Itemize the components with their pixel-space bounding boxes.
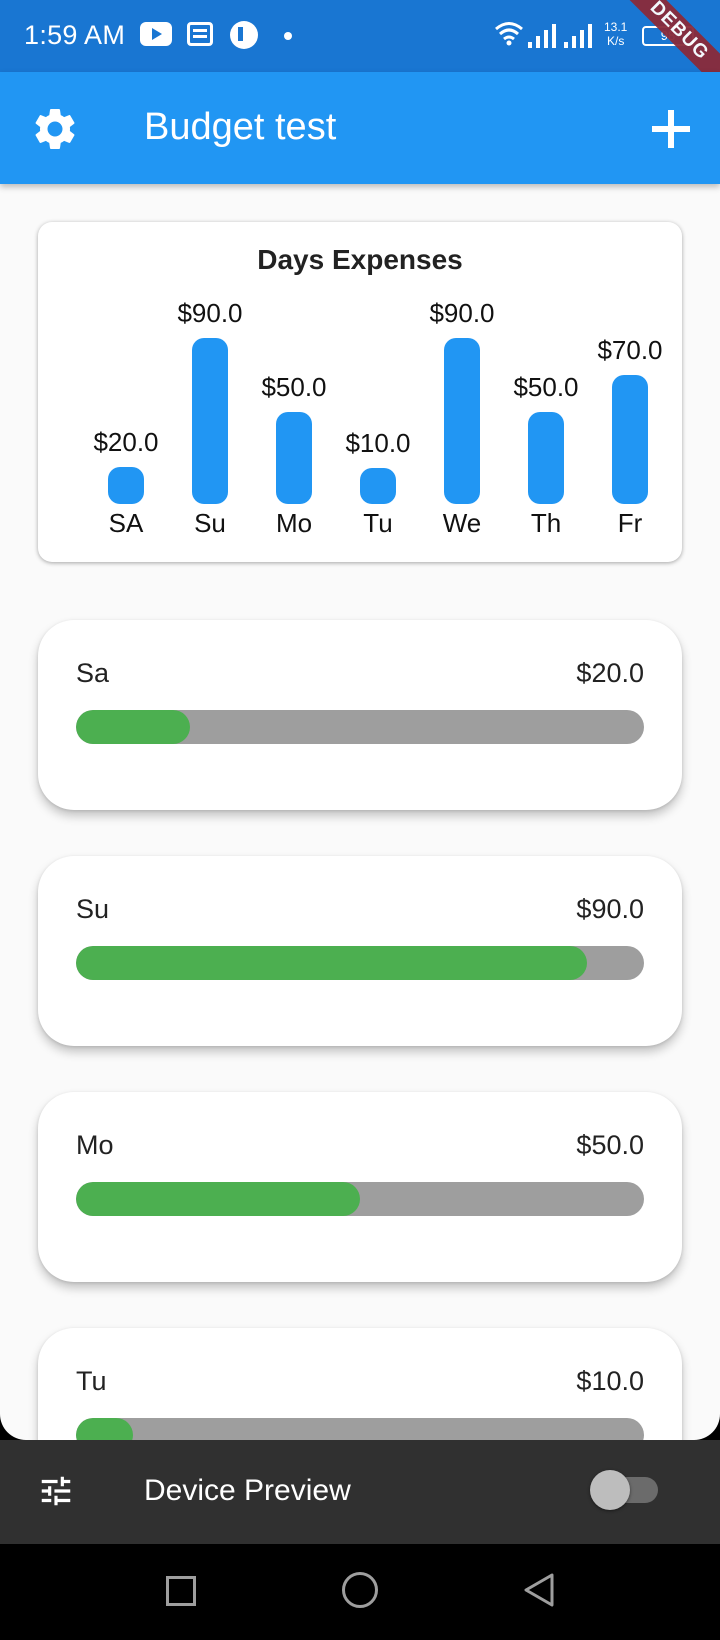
toggle-thumb — [590, 1470, 630, 1510]
bar-category-label: Mo — [275, 508, 313, 538]
plus-icon[interactable] — [648, 106, 694, 152]
app-bar: Budget test — [0, 72, 720, 184]
device-preview-toggle[interactable] — [590, 1470, 662, 1510]
signal-icon-2 — [564, 24, 592, 48]
notification-dot-icon — [284, 32, 292, 40]
expense-progress-bar — [76, 946, 644, 980]
expense-progress-bar — [76, 1182, 644, 1216]
day-name: Su — [76, 894, 110, 924]
bar-category-label: Tu — [363, 508, 393, 538]
status-bar: 1:59 AM 13.1 K/s 98 DEBUG — [0, 0, 720, 94]
bar-value-label: $90.0 — [177, 298, 243, 328]
day-name: Sa — [76, 658, 110, 688]
day-amount: $90.0 — [576, 894, 644, 924]
day-name: Tu — [76, 1366, 107, 1396]
bar — [192, 338, 228, 504]
day-amount: $50.0 — [576, 1130, 644, 1160]
day-expense-card[interactable]: Su $90.0 — [38, 856, 682, 1046]
progress-fill — [76, 710, 190, 744]
day-name: Mo — [76, 1130, 114, 1160]
bar-category-label: SA — [108, 508, 144, 538]
speed-unit: K/s — [607, 34, 625, 48]
day-expense-card[interactable]: Mo $50.0 — [38, 1092, 682, 1282]
day-expense-card[interactable]: Tu $10.0 — [38, 1328, 682, 1440]
bar-value-label: $20.0 — [93, 427, 159, 458]
day-expense-card[interactable]: Sa $20.0 — [38, 620, 682, 810]
youtube-icon — [140, 22, 172, 46]
bar-value-label: $90.0 — [429, 298, 495, 328]
app-title: Budget test — [144, 106, 337, 148]
bar-value-label: $50.0 — [513, 371, 579, 402]
bar-category-label: Th — [530, 508, 562, 538]
tune-icon[interactable] — [36, 1472, 76, 1510]
bar-value-label: $10.0 — [345, 428, 411, 458]
network-speed: 13.1 K/s — [604, 20, 627, 48]
bar-column: $90.0 Su — [168, 222, 252, 562]
day-amount: $10.0 — [576, 1366, 644, 1396]
bar — [108, 467, 144, 504]
content-area[interactable]: Days Expenses $20.0 SA $90.0 Su $50.0 Mo $10.0… — [0, 184, 720, 1440]
system-nav-bar — [0, 1544, 720, 1640]
speed-value: 13.1 — [604, 20, 628, 34]
progress-fill — [76, 1182, 360, 1216]
bar — [444, 338, 480, 504]
bar-column: $20.0 SA — [84, 222, 168, 562]
day-amount: $20.0 — [576, 658, 644, 688]
bar-column: $10.0 Tu — [336, 222, 420, 562]
progress-fill — [76, 946, 588, 980]
days-expenses-chart: Days Expenses $20.0 SA $90.0 Su $50.0 Mo $10.0… — [38, 222, 682, 562]
bar — [612, 374, 648, 504]
bar-column: $50.0 Th — [504, 222, 588, 562]
back-triangle-icon[interactable] — [522, 1572, 556, 1608]
bar-column: $50.0 Mo — [252, 222, 336, 562]
bar-category-label: Su — [194, 508, 226, 538]
bar — [528, 411, 564, 504]
pocket-casts-icon — [230, 21, 258, 49]
device-preview-bar: Device Preview — [0, 1440, 720, 1544]
bar-category-label: Fr — [617, 508, 643, 538]
gear-icon[interactable] — [30, 104, 80, 154]
home-circle-icon[interactable] — [342, 1572, 378, 1608]
bar-column: $70.0 Fr — [588, 222, 672, 562]
wifi-icon — [495, 22, 523, 46]
bar-value-label: $70.0 — [597, 334, 663, 365]
status-time: 1:59 AM — [24, 20, 126, 50]
expense-progress-bar — [76, 1418, 644, 1440]
progress-fill — [76, 1418, 133, 1440]
bar-value-label: $50.0 — [261, 371, 327, 402]
messages-icon — [187, 22, 213, 46]
recents-square-icon[interactable] — [166, 1576, 196, 1606]
device-preview-label: Device Preview — [144, 1474, 351, 1507]
bar-category-label: We — [442, 508, 482, 538]
bar — [276, 411, 312, 504]
expense-progress-bar — [76, 710, 644, 744]
bar-column: $90.0 We — [420, 222, 504, 562]
signal-icon — [528, 24, 556, 48]
bar — [360, 468, 396, 504]
